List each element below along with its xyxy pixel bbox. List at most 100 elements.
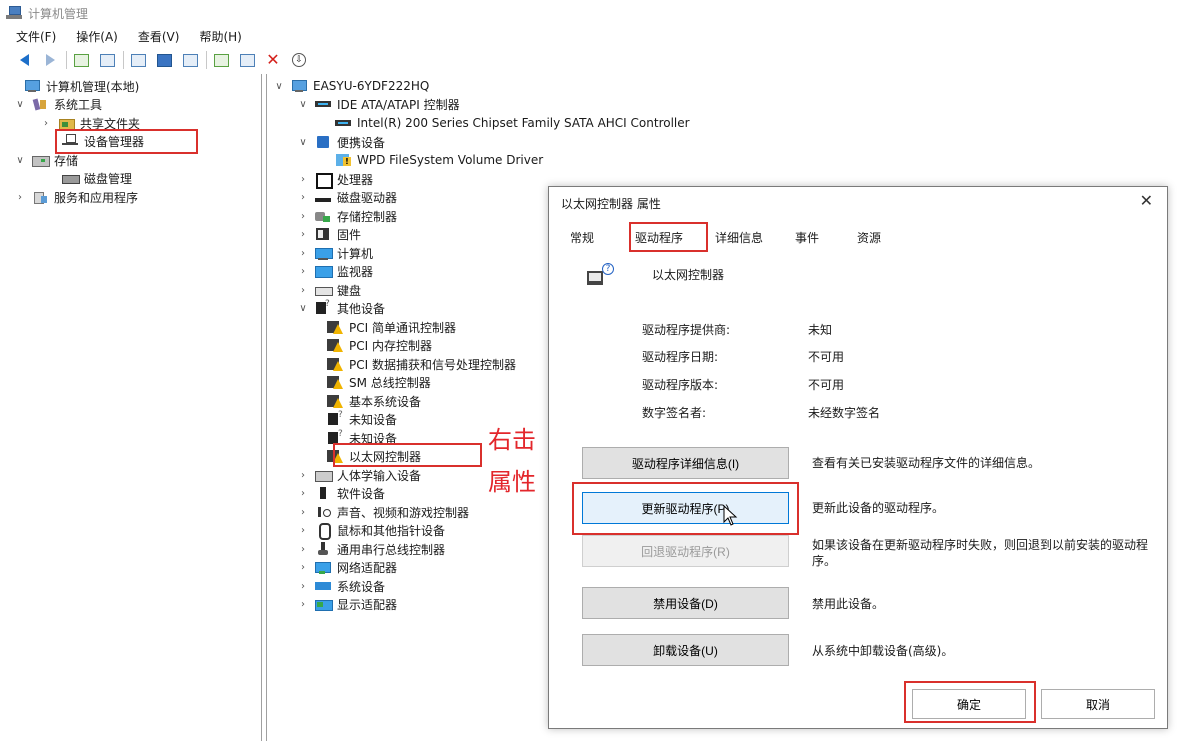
tree-item-unknown-device-1[interactable]: 未知设备 [327, 410, 397, 428]
tab-events[interactable]: 事件 [795, 229, 819, 246]
view-icon[interactable] [180, 50, 200, 70]
tree-item-disk-drives[interactable]: › 磁盘驱动器 [297, 188, 397, 206]
tree-item-keyboards[interactable]: › 键盘 [297, 281, 361, 299]
chevron-down-icon[interactable]: ∨ [14, 154, 26, 166]
chevron-right-icon[interactable]: › [297, 173, 309, 185]
chevron-right-icon[interactable]: › [297, 210, 309, 222]
hid-icon [315, 468, 333, 482]
tab-resources[interactable]: 资源 [857, 229, 881, 246]
unknown-device-icon [315, 299, 331, 315]
tree-item-firmware[interactable]: › 固件 [297, 225, 361, 243]
cancel-button[interactable]: 取消 [1041, 689, 1155, 719]
tree-item-base-system-device[interactable]: 基本系统设备 [327, 392, 421, 410]
menu-file[interactable]: 文件(F) [16, 28, 56, 45]
rollback-driver-button[interactable]: 回退驱动程序(R) [582, 535, 789, 567]
update-driver-icon[interactable] [237, 50, 257, 70]
mouse-icon [315, 523, 331, 540]
tree-item-pci-data-capture[interactable]: PCI 数据捕获和信号处理控制器 [327, 355, 516, 373]
tree-item-system-tools[interactable]: ∨ 系统工具 [14, 95, 102, 113]
menu-help[interactable]: 帮助(H) [199, 28, 241, 45]
mouse-cursor-icon [723, 505, 738, 526]
update-driver-desc: 更新此设备的驱动程序。 [812, 501, 945, 515]
chevron-down-icon[interactable]: ∨ [297, 136, 309, 148]
highlight-update-driver [572, 482, 799, 535]
chevron-right-icon[interactable]: › [14, 191, 26, 203]
prop-value-signer: 未经数字签名 [808, 406, 881, 420]
tree-item-network-adapters[interactable]: › 网络适配器 [297, 558, 397, 576]
up-level-icon[interactable] [71, 50, 91, 70]
highlight-ok-button [904, 681, 1036, 723]
tree-item-wpd-driver[interactable]: WPD FileSystem Volume Driver [317, 151, 543, 169]
storage-controller-icon [315, 209, 331, 223]
disable-device-button[interactable]: 禁用设备(D) [582, 587, 789, 619]
warning-device-icon [327, 375, 343, 389]
driver-details-desc: 查看有关已安装驱动程序文件的详细信息。 [812, 456, 1041, 470]
tab-details[interactable]: 详细信息 [715, 229, 763, 246]
chevron-right-icon[interactable]: › [297, 598, 309, 610]
uninstall-device-button[interactable]: 卸载设备(U) [582, 634, 789, 666]
tree-item-monitors[interactable]: › 监视器 [297, 262, 373, 280]
chevron-down-icon[interactable]: ∨ [273, 80, 285, 92]
tree-item-computer-root[interactable]: ∨ EASYU-6YDF222HQ [273, 77, 429, 95]
show-hide-tree-icon[interactable] [97, 50, 117, 70]
tree-item-hid[interactable]: › 人体学输入设备 [297, 466, 421, 484]
chevron-down-icon[interactable]: ∨ [297, 302, 309, 314]
keyboard-icon [315, 283, 333, 297]
chevron-right-icon[interactable]: › [297, 247, 309, 259]
chevron-right-icon[interactable]: › [297, 524, 309, 536]
tree-item-pci-comm[interactable]: PCI 简单通讯控制器 [327, 318, 456, 336]
tree-label: 处理器 [337, 172, 374, 187]
chevron-right-icon[interactable]: › [40, 117, 52, 129]
tab-general[interactable]: 常规 [570, 229, 594, 246]
chevron-right-icon[interactable]: › [297, 191, 309, 203]
close-icon[interactable]: ✕ [1140, 191, 1153, 210]
chevron-right-icon[interactable]: › [297, 265, 309, 277]
chevron-right-icon[interactable]: › [297, 561, 309, 573]
scan-hardware-icon[interactable] [211, 50, 231, 70]
driver-details-button[interactable]: 驱动程序详细信息(I) [582, 447, 789, 479]
chevron-right-icon[interactable]: › [297, 228, 309, 240]
tree-item-pci-memory[interactable]: PCI 内存控制器 [327, 336, 432, 354]
tree-label: 监视器 [337, 264, 374, 279]
toolbar: ✕ ⇩ [0, 47, 1180, 73]
warning-device-icon [327, 394, 343, 408]
tree-item-portable-devices[interactable]: ∨ 便携设备 [297, 133, 385, 151]
tree-item-disk-management[interactable]: 磁盘管理 [44, 169, 132, 187]
tree-label: EASYU-6YDF222HQ [313, 79, 430, 93]
chevron-right-icon[interactable]: › [297, 469, 309, 481]
tree-item-mice[interactable]: › 鼠标和其他指针设备 [297, 521, 445, 540]
chevron-right-icon[interactable]: › [297, 487, 309, 499]
tree-label: SM 总线控制器 [349, 375, 431, 390]
menu-view[interactable]: 查看(V) [138, 28, 180, 45]
uninstall-device-icon[interactable]: ✕ [263, 50, 283, 70]
tree-label: 显示适配器 [337, 597, 398, 612]
chevron-right-icon[interactable]: › [297, 506, 309, 518]
tree-item-system-devices[interactable]: › 系统设备 [297, 577, 385, 595]
back-arrow-icon[interactable] [14, 50, 34, 70]
properties-icon[interactable] [128, 50, 148, 70]
tree-item-ide-controllers[interactable]: ∨ IDE ATA/ATAPI 控制器 [297, 95, 459, 113]
tree-item-software-devices[interactable]: › 软件设备 [297, 484, 385, 502]
tree-label: 计算机管理(本地) [46, 79, 140, 94]
tree-item-services-applications[interactable]: › 服务和应用程序 [14, 188, 138, 206]
tree-item-other-devices[interactable]: ∨ 其他设备 [297, 299, 385, 317]
tree-item-processors[interactable]: › 处理器 [297, 170, 374, 189]
tree-item-computer-management[interactable]: 计算机管理(本地) [6, 77, 139, 95]
menu-action[interactable]: 操作(A) [76, 28, 118, 45]
chevron-right-icon[interactable]: › [297, 580, 309, 592]
tree-item-computer[interactable]: › 计算机 [297, 244, 373, 262]
tree-item-sata-controller[interactable]: Intel(R) 200 Series Chipset Family SATA … [317, 114, 690, 132]
help-icon[interactable] [154, 50, 174, 70]
tree-item-storage-controllers[interactable]: › 存储控制器 [297, 207, 397, 225]
chevron-down-icon[interactable]: ∨ [14, 98, 26, 110]
tree-item-display-adapters[interactable]: › 显示适配器 [297, 595, 397, 613]
download-icon[interactable]: ⇩ [289, 50, 309, 70]
chevron-down-icon[interactable]: ∨ [297, 98, 309, 110]
forward-arrow-icon[interactable] [40, 50, 60, 70]
chevron-right-icon[interactable]: › [297, 284, 309, 296]
chevron-right-icon[interactable]: › [297, 543, 309, 555]
tree-item-sound[interactable]: › 声音、视频和游戏控制器 [297, 503, 469, 521]
tree-item-sm-bus[interactable]: SM 总线控制器 [327, 373, 431, 391]
tree-item-usb[interactable]: › 通用串行总线控制器 [297, 540, 445, 558]
tree-label: 网络适配器 [337, 560, 398, 575]
